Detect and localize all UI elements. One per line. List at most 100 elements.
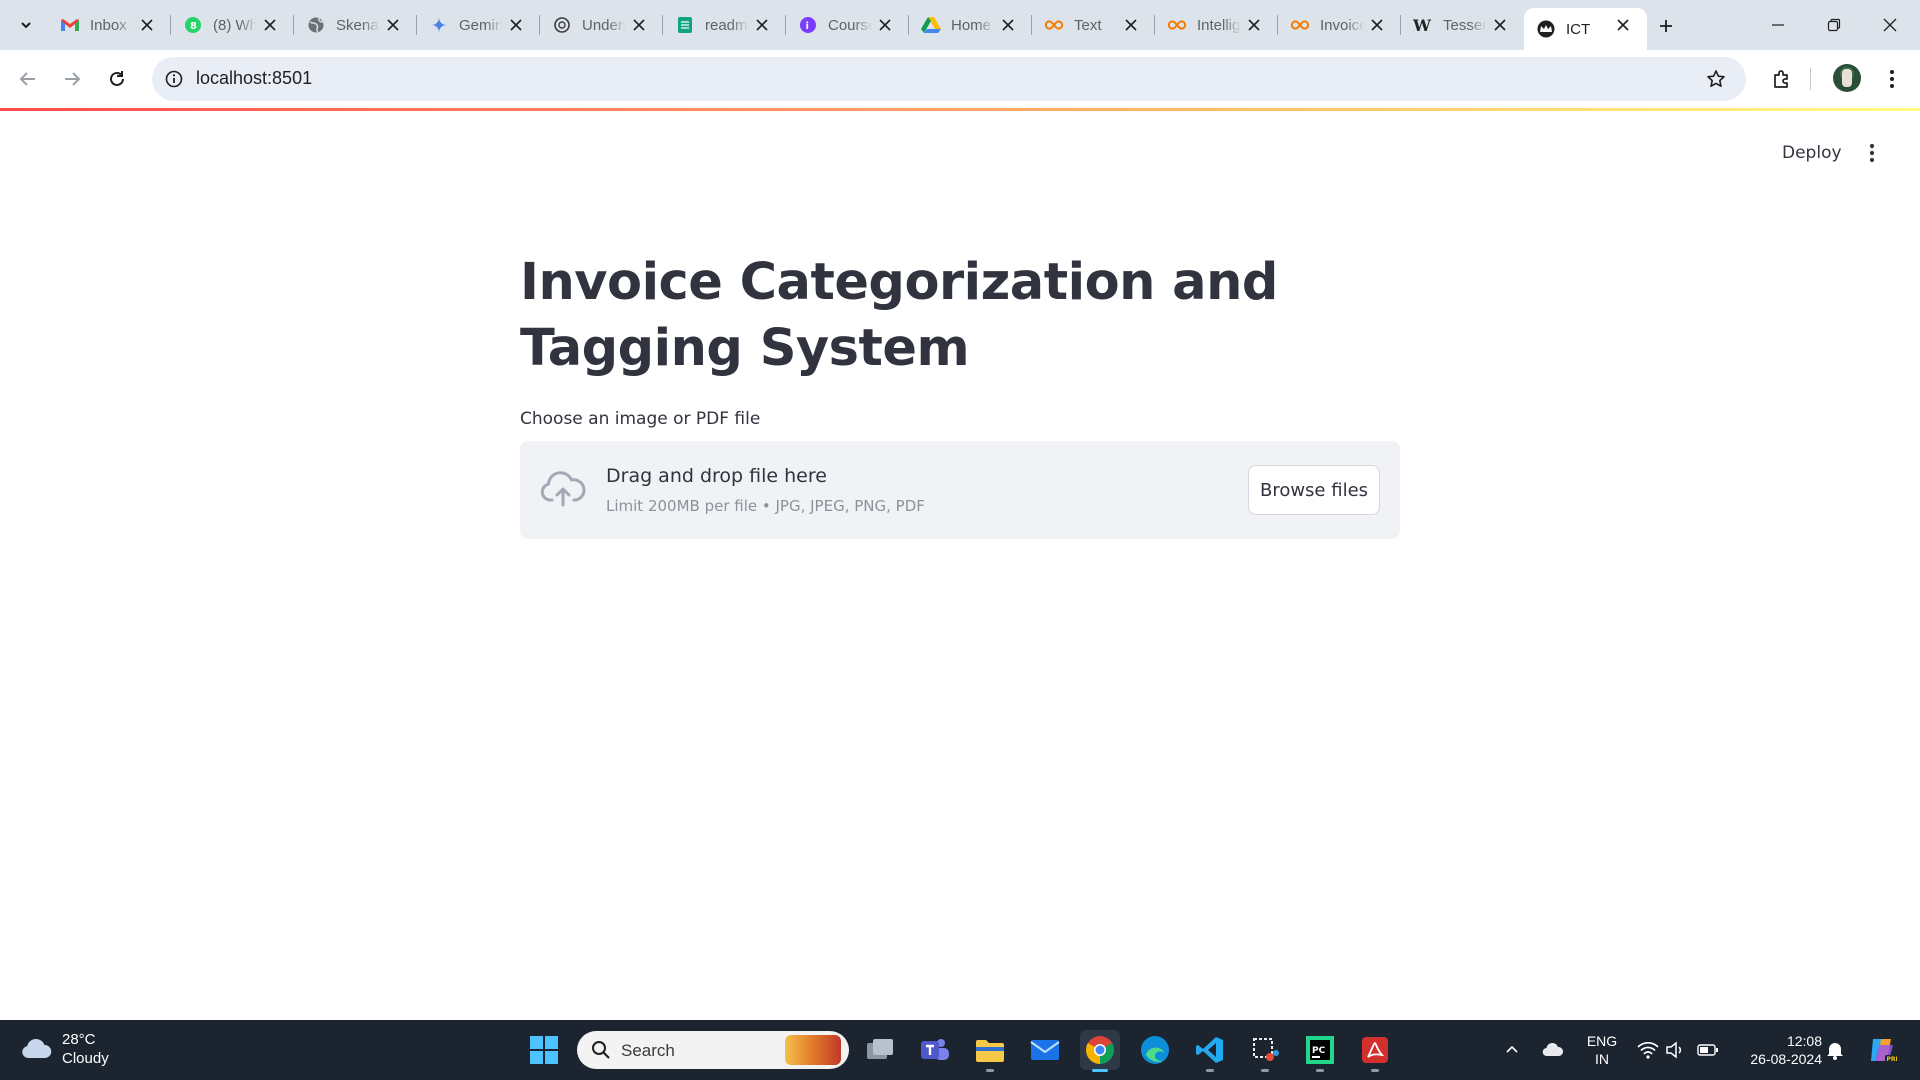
browser-tab[interactable]: W Tesseract bbox=[1401, 0, 1524, 50]
edge-icon[interactable] bbox=[1135, 1030, 1175, 1070]
browser-tab[interactable]: i Courses bbox=[786, 0, 909, 50]
browser-toolbar: localhost:8501 bbox=[0, 50, 1920, 108]
clock-date: 26-08-2024 bbox=[1750, 1051, 1822, 1067]
system-clock[interactable]: 12:08 26-08-2024 bbox=[1730, 1032, 1822, 1068]
browser-tab[interactable]: Intelligent bbox=[1155, 0, 1278, 50]
mail-icon[interactable] bbox=[1025, 1030, 1065, 1070]
snipping-tool-icon[interactable] bbox=[1245, 1030, 1285, 1072]
tab-close-icon[interactable] bbox=[1367, 15, 1387, 35]
forward-arrow-icon[interactable] bbox=[56, 63, 88, 95]
running-indicator bbox=[986, 1069, 994, 1072]
course-icon: i bbox=[798, 15, 818, 35]
browser-tab[interactable]: ICT bbox=[1524, 8, 1647, 50]
windows-start-icon[interactable] bbox=[524, 1030, 564, 1070]
close-window-icon[interactable] bbox=[1862, 0, 1918, 50]
profile-avatar[interactable] bbox=[1833, 64, 1861, 92]
gemini-icon bbox=[429, 15, 449, 35]
tab-close-icon[interactable] bbox=[1490, 15, 1510, 35]
chrome-menu-icon[interactable] bbox=[1876, 63, 1908, 95]
browse-files-button[interactable]: Browse files bbox=[1248, 465, 1380, 515]
search-icon bbox=[592, 1041, 610, 1059]
browser-tab[interactable]: Inbox bbox=[48, 0, 171, 50]
deploy-button[interactable]: Deploy bbox=[1770, 136, 1854, 170]
cloud-upload-icon bbox=[540, 471, 586, 507]
language-code: ENG bbox=[1586, 1033, 1618, 1049]
browser-tab[interactable]: Text bbox=[1032, 0, 1155, 50]
pycharm-icon[interactable]: PC bbox=[1300, 1030, 1340, 1072]
browser-tab[interactable]: 8 (8) WhatsApp bbox=[171, 0, 294, 50]
tab-close-icon[interactable] bbox=[1244, 15, 1264, 35]
tab-close-icon[interactable] bbox=[875, 15, 895, 35]
tab-title: Invoice bbox=[1320, 16, 1364, 34]
search-highlight-image bbox=[785, 1035, 841, 1065]
tab-title: Text bbox=[1074, 16, 1102, 34]
gmail-icon bbox=[60, 15, 80, 35]
infinity-icon bbox=[1167, 15, 1187, 35]
extensions-puzzle-icon[interactable] bbox=[1766, 63, 1798, 95]
infinity-icon bbox=[1044, 15, 1064, 35]
reload-icon[interactable] bbox=[101, 63, 133, 95]
tab-close-icon[interactable] bbox=[506, 15, 526, 35]
new-tab-plus-icon[interactable] bbox=[1652, 12, 1680, 40]
browser-tab[interactable]: Home bbox=[909, 0, 1032, 50]
tab-title: Home bbox=[951, 16, 992, 34]
whatsapp-icon: 8 bbox=[183, 15, 203, 35]
tab-close-icon[interactable] bbox=[629, 15, 649, 35]
tab-title: Courses bbox=[828, 16, 872, 34]
weather-widget[interactable]: 28°C Cloudy bbox=[20, 1030, 109, 1068]
battery-icon[interactable] bbox=[1688, 1030, 1728, 1070]
browser-tab[interactable]: Gemini bbox=[417, 0, 540, 50]
back-arrow-icon[interactable] bbox=[12, 63, 44, 95]
file-dropzone[interactable]: Drag and drop file here Limit 200MB per … bbox=[520, 441, 1400, 539]
tab-search-chevron-icon[interactable] bbox=[12, 11, 40, 39]
region-code: IN bbox=[1595, 1051, 1609, 1067]
show-hidden-icons-chevron-icon[interactable] bbox=[1492, 1030, 1532, 1070]
tab-strip: Inbox 8 (8) WhatsApp Skenario Gemini Understa… bbox=[0, 0, 1920, 50]
dropzone-limit-text: Limit 200MB per file • JPG, JPEG, PNG, P… bbox=[606, 497, 925, 515]
weather-condition: Cloudy bbox=[62, 1050, 109, 1067]
tab-close-icon[interactable] bbox=[383, 15, 403, 35]
tab-close-icon[interactable] bbox=[1121, 15, 1141, 35]
browser-tab[interactable]: Invoice bbox=[1278, 0, 1401, 50]
address-bar[interactable]: localhost:8501 bbox=[152, 57, 1746, 101]
svg-text:8: 8 bbox=[190, 21, 197, 32]
browser-tab[interactable]: Skenario bbox=[294, 0, 417, 50]
copilot-icon[interactable]: PRE bbox=[1862, 1030, 1902, 1070]
chrome-icon[interactable] bbox=[1080, 1030, 1120, 1072]
restore-icon[interactable] bbox=[1806, 0, 1862, 50]
running-indicator bbox=[1261, 1069, 1269, 1072]
running-indicator bbox=[1371, 1069, 1379, 1072]
bookmark-star-icon[interactable] bbox=[1704, 67, 1728, 91]
main-menu-icon[interactable] bbox=[1858, 138, 1886, 168]
taskbar-search-label: Search bbox=[621, 1041, 675, 1060]
browser-tab[interactable]: readme bbox=[663, 0, 786, 50]
tab-title: readme bbox=[705, 16, 749, 34]
acrobat-icon[interactable] bbox=[1355, 1030, 1395, 1072]
clock-time: 12:08 bbox=[1786, 1033, 1822, 1049]
running-indicator bbox=[1316, 1069, 1324, 1072]
tab-close-icon[interactable] bbox=[260, 15, 280, 35]
minimize-icon[interactable] bbox=[1750, 0, 1806, 50]
notification-bell-icon[interactable] bbox=[1815, 1030, 1855, 1070]
tab-close-icon[interactable] bbox=[752, 15, 772, 35]
tab-close-icon[interactable] bbox=[998, 15, 1018, 35]
site-info-icon[interactable] bbox=[162, 67, 186, 91]
tab-title: (8) WhatsApp bbox=[213, 16, 257, 34]
cloud-weather-icon bbox=[22, 1038, 52, 1058]
file-explorer-icon[interactable] bbox=[970, 1030, 1010, 1072]
teams-icon[interactable] bbox=[915, 1030, 955, 1070]
url-text[interactable]: localhost:8501 bbox=[196, 68, 312, 89]
tab-title: Inbox bbox=[90, 16, 127, 34]
task-view-icon[interactable] bbox=[860, 1030, 900, 1070]
tab-close-icon[interactable] bbox=[137, 15, 157, 35]
vscode-icon[interactable] bbox=[1190, 1030, 1230, 1072]
input-language-indicator[interactable]: ENG IN bbox=[1580, 1032, 1624, 1068]
wikipedia-icon: W bbox=[1413, 15, 1433, 35]
file-uploader-label: Choose an image or PDF file bbox=[520, 409, 761, 429]
tab-close-icon[interactable] bbox=[1613, 15, 1633, 35]
onedrive-cloud-icon[interactable] bbox=[1533, 1030, 1573, 1070]
browser-tab[interactable]: Understanding bbox=[540, 0, 663, 50]
tab-title: Intelligent bbox=[1197, 16, 1241, 34]
taskbar-search-box[interactable]: Search bbox=[577, 1031, 849, 1069]
svg-text:i: i bbox=[806, 21, 809, 32]
